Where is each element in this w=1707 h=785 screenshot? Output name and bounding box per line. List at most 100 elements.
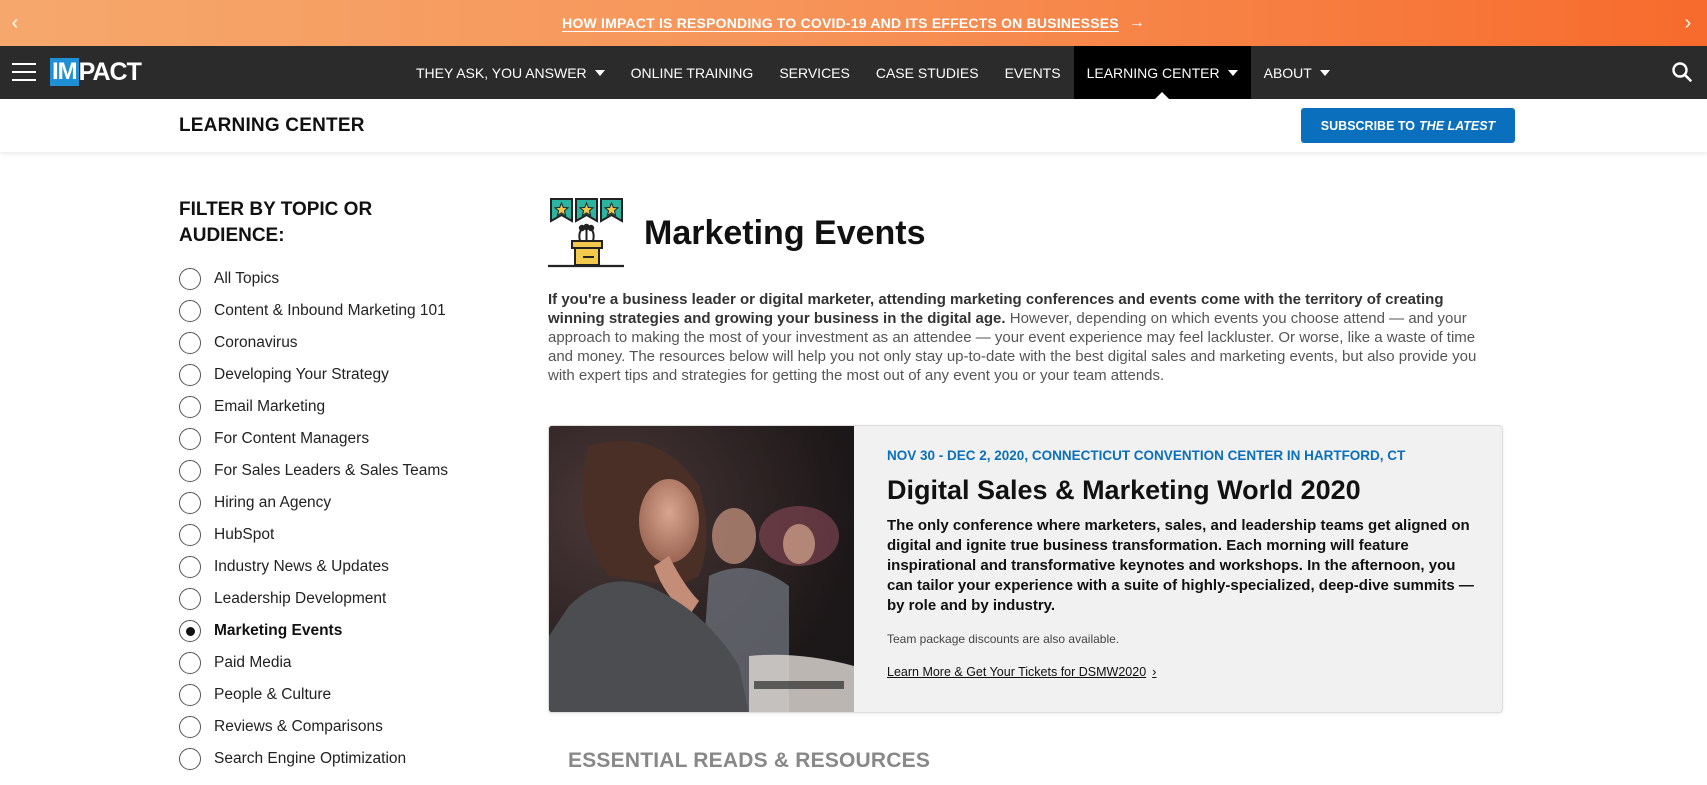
- nav-item-label: THEY ASK, YOU ANSWER: [416, 64, 587, 81]
- nav-item-label: LEARNING CENTER: [1086, 64, 1220, 81]
- event-tickets-link-text: Learn More & Get Your Tickets for DSMW20…: [887, 664, 1147, 679]
- radio-button[interactable]: [179, 268, 201, 290]
- subscribe-prefix: SUBSCRIBE TO: [1320, 118, 1416, 133]
- intro-paragraph: If you're a business leader or digital m…: [548, 290, 1503, 385]
- filter-heading: FILTER BY TOPIC OR AUDIENCE:: [179, 199, 373, 246]
- filter-option[interactable]: Leadership Development: [179, 583, 479, 615]
- event-title[interactable]: Digital Sales & Marketing World 2020: [887, 475, 1476, 506]
- radio-button[interactable]: [179, 300, 201, 322]
- title-row: Marketing Events: [548, 196, 1503, 270]
- arrow-right-icon: →: [1128, 14, 1145, 31]
- essential-reads-heading: ESSENTIAL READS & RESOURCES: [568, 749, 931, 772]
- radio-button[interactable]: [179, 588, 201, 610]
- radio-button[interactable]: [179, 524, 201, 546]
- main-content: Marketing Events If you're a business le…: [548, 196, 1503, 773]
- filter-label: Leadership Development: [214, 590, 387, 607]
- radio-button[interactable]: [179, 716, 201, 738]
- search-icon[interactable]: [1671, 61, 1693, 83]
- filter-option[interactable]: For Content Managers: [179, 423, 479, 455]
- radio-button[interactable]: [179, 748, 201, 770]
- radio-button[interactable]: [179, 460, 201, 482]
- filter-option[interactable]: Search Engine Optimization: [179, 743, 479, 775]
- event-podium-icon: [548, 197, 624, 269]
- nav-item-events[interactable]: EVENTS: [992, 46, 1074, 99]
- filter-option[interactable]: Content & Inbound Marketing 101: [179, 295, 479, 327]
- filter-list: All Topics Content & Inbound Marketing 10…: [179, 263, 479, 775]
- filter-label: Reviews & Comparisons: [214, 718, 383, 735]
- logo-im: IM: [50, 58, 79, 86]
- nav-item-online-training[interactable]: ONLINE TRAINING: [618, 46, 767, 99]
- filter-label: For Content Managers: [214, 430, 370, 447]
- caret-down-icon: [1227, 69, 1238, 76]
- announcement-prev-arrow-icon[interactable]: ‹: [4, 12, 26, 34]
- nav-item-label: SERVICES: [779, 64, 850, 81]
- nav-item-label: CASE STUDIES: [875, 64, 979, 81]
- filter-label: For Sales Leaders & Sales Teams: [214, 462, 449, 479]
- announcement-next-arrow-icon[interactable]: ›: [1677, 12, 1699, 34]
- filter-label: Email Marketing: [214, 398, 326, 415]
- section-header: LEARNING CENTER SUBSCRIBE TO THE LATEST: [0, 99, 1707, 152]
- radio-button[interactable]: [179, 492, 201, 514]
- radio-button[interactable]: [179, 652, 201, 674]
- filter-label: People & Culture: [214, 686, 332, 703]
- announcement-bar: ‹ HOW IMPACT IS RESPONDING TO COVID-19 A…: [0, 0, 1707, 46]
- impact-logo[interactable]: IM PACT: [50, 58, 142, 86]
- filter-option[interactable]: Hiring an Agency: [179, 487, 479, 519]
- nav-menu: THEY ASK, YOU ANSWER ONLINE TRAINING SERVI…: [403, 46, 1343, 99]
- radio-button[interactable]: [179, 396, 201, 418]
- filter-option[interactable]: Reviews & Comparisons: [179, 711, 479, 743]
- radio-button[interactable]: [179, 428, 201, 450]
- filter-label: Developing Your Strategy: [214, 366, 389, 383]
- filter-option[interactable]: All Topics: [179, 263, 479, 295]
- nav-item-label: ONLINE TRAINING: [630, 64, 754, 81]
- radio-button[interactable]: [179, 620, 201, 642]
- radio-button[interactable]: [179, 364, 201, 386]
- chevron-right-icon: ›: [1152, 664, 1157, 679]
- filter-label: Hiring an Agency: [214, 494, 332, 511]
- caret-down-icon: [594, 69, 605, 76]
- nav-item-services[interactable]: SERVICES: [766, 46, 863, 99]
- page-section-title: LEARNING CENTER: [179, 115, 365, 136]
- nav-item-about[interactable]: ABOUT: [1251, 46, 1343, 99]
- hamburger-menu-icon[interactable]: [12, 63, 36, 81]
- event-photo: [549, 426, 854, 712]
- filter-option[interactable]: Paid Media: [179, 647, 479, 679]
- event-description: The only conference where marketers, sal…: [887, 517, 1474, 614]
- filter-option[interactable]: People & Culture: [179, 679, 479, 711]
- filter-label: Paid Media: [214, 654, 292, 671]
- radio-button[interactable]: [179, 332, 201, 354]
- nav-item-case-studies[interactable]: CASE STUDIES: [863, 46, 992, 99]
- caret-down-icon: [1319, 69, 1330, 76]
- featured-event-card: NOV 30 - DEC 2, 2020, CONNECTICUT CONVEN…: [548, 425, 1503, 713]
- filter-label: Content & Inbound Marketing 101: [214, 302, 446, 319]
- filter-option[interactable]: Industry News & Updates: [179, 551, 479, 583]
- event-note: Team package discounts are also availabl…: [887, 632, 1120, 646]
- filter-option[interactable]: Developing Your Strategy: [179, 359, 479, 391]
- filter-option[interactable]: For Sales Leaders & Sales Teams: [179, 455, 479, 487]
- subscribe-emphasis: THE LATEST: [1419, 118, 1496, 133]
- filter-label: Industry News & Updates: [214, 558, 389, 575]
- filter-label: HubSpot: [214, 526, 275, 543]
- nav-item-learning-center[interactable]: LEARNING CENTER: [1073, 46, 1251, 99]
- filter-option[interactable]: Marketing Events: [179, 615, 479, 647]
- filter-label: Search Engine Optimization: [214, 750, 407, 767]
- nav-item-label: ABOUT: [1263, 64, 1312, 81]
- nav-item-label: EVENTS: [1004, 64, 1061, 81]
- main-nav: IM PACT THEY ASK, YOU ANSWER ONLINE TRAINI…: [0, 46, 1707, 99]
- filter-option[interactable]: Coronavirus: [179, 327, 479, 359]
- subscribe-button[interactable]: SUBSCRIBE TO THE LATEST: [1301, 108, 1515, 143]
- announcement-link[interactable]: HOW IMPACT IS RESPONDING TO COVID-19 AND…: [562, 15, 1119, 31]
- filter-option[interactable]: HubSpot: [179, 519, 479, 551]
- event-card-body: NOV 30 - DEC 2, 2020, CONNECTICUT CONVEN…: [854, 426, 1502, 712]
- page-title: Marketing Events: [644, 213, 926, 252]
- radio-button[interactable]: [179, 684, 201, 706]
- filter-label: All Topics: [214, 270, 280, 287]
- filter-label: Marketing Events: [214, 622, 343, 639]
- filter-option[interactable]: Email Marketing: [179, 391, 479, 423]
- event-date-location: NOV 30 - DEC 2, 2020, CONNECTICUT CONVEN…: [887, 448, 1406, 463]
- radio-button[interactable]: [179, 556, 201, 578]
- nav-item-they-ask-you-answer[interactable]: THEY ASK, YOU ANSWER: [403, 46, 618, 99]
- filter-label: Coronavirus: [214, 334, 298, 351]
- logo-pact: PACT: [78, 58, 142, 86]
- event-tickets-link[interactable]: Learn More & Get Your Tickets for DSMW20…: [887, 664, 1157, 679]
